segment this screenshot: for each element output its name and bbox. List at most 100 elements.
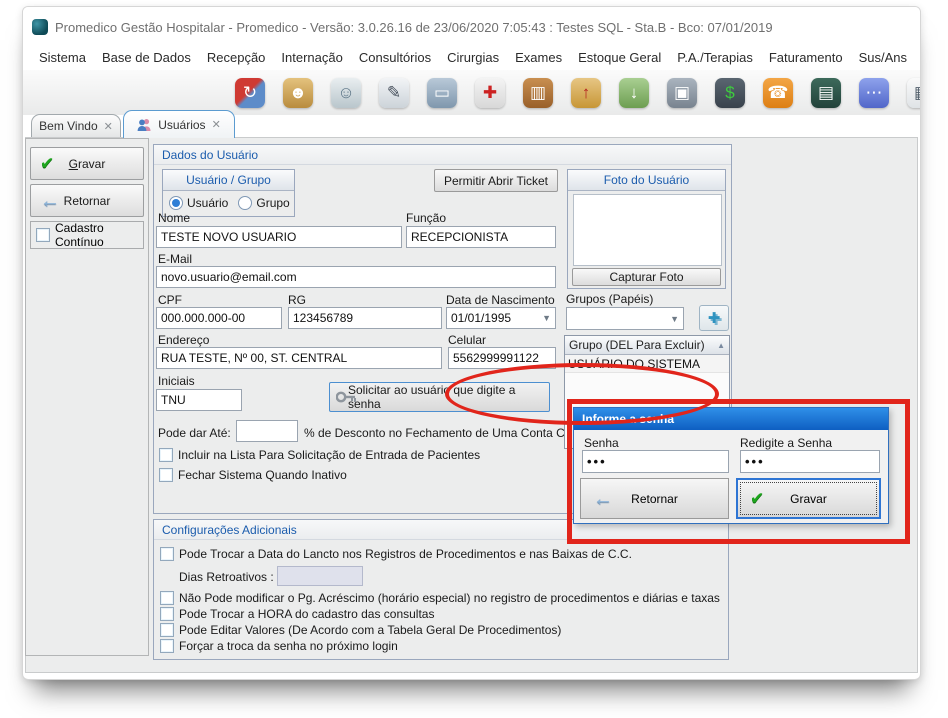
radio-selected-icon[interactable] [169, 196, 183, 210]
photo-placeholder [573, 194, 722, 266]
nascimento-label: Data de Nascimento [446, 293, 555, 307]
report-icon[interactable]: ▦ [907, 78, 921, 108]
grupos-list-header[interactable]: Grupo (DEL Para Excluir) ▲ [565, 336, 729, 355]
menu-sus-ans[interactable]: Sus/Ans [851, 47, 915, 68]
solicitar-senha-button[interactable]: Solicitar ao usuário que digite a senha [329, 382, 550, 412]
doctor-icon[interactable]: ☺ [331, 78, 361, 108]
capturar-foto-button[interactable]: Capturar Foto [572, 268, 721, 286]
checkbox-icon[interactable] [159, 468, 173, 482]
toolbar: ↻ ☻ ☺ ✎ ▭ ✚ ▥ ↑ ↓ ▣ $ ☎ ▤ ⋯ ▦ [23, 70, 920, 115]
grupos-combo[interactable]: ▼ [566, 307, 684, 330]
chat-icon[interactable]: ⋯ [859, 78, 889, 108]
fechar-sistema-checkbox[interactable]: Fechar Sistema Quando Inativo [159, 468, 347, 482]
radio-grupo[interactable]: Grupo [238, 196, 289, 210]
checkbox-icon[interactable] [160, 623, 174, 637]
email-label: E-Mail [158, 252, 192, 266]
dialog-retornar-button[interactable]: ← Retornar [580, 478, 729, 519]
checkbox-icon[interactable] [160, 591, 174, 605]
email-input[interactable] [156, 266, 556, 288]
safe-icon[interactable]: ▣ [667, 78, 697, 108]
pg-acrescimo-checkbox[interactable]: Não Pode modificar o Pg. Acréscimo (horá… [160, 591, 720, 605]
checkbox-icon[interactable] [160, 607, 174, 621]
data-lancto-checkbox[interactable]: Pode Trocar a Data do Lancto nos Registr… [160, 547, 632, 561]
back-arrow-icon: ← [40, 191, 60, 211]
hora-cadastro-label: Pode Trocar a HORA do cadastro das consu… [179, 607, 434, 621]
celular-input[interactable] [448, 347, 556, 369]
ambulance-icon[interactable]: ✚ [475, 78, 505, 108]
nascimento-combo[interactable]: 01/01/1995 ▼ [446, 307, 556, 329]
editar-valores-checkbox[interactable]: Pode Editar Valores (De Acordo com a Tab… [160, 623, 561, 637]
gravar-label: Gravar [69, 157, 106, 171]
chevron-down-icon[interactable]: ▼ [670, 314, 683, 324]
cash-in-icon[interactable]: ↑ [571, 78, 601, 108]
menu-sistema[interactable]: Sistema [31, 47, 94, 68]
menu-recepcao[interactable]: Recepção [199, 47, 274, 68]
menu-cirurgias[interactable]: Cirurgias [439, 47, 507, 68]
permitir-abrir-ticket-button[interactable]: Permitir Abrir Ticket [434, 169, 558, 192]
retornar-label: Retornar [64, 194, 111, 208]
window-title: Promedico Gestão Hospitalar - Promedico … [55, 20, 773, 35]
sort-asc-icon[interactable]: ▲ [717, 341, 725, 350]
radio-usuario[interactable]: Usuário [169, 196, 228, 210]
cpf-label: CPF [158, 293, 182, 307]
checkbox-icon[interactable] [36, 228, 50, 242]
dias-retroativos-input [277, 566, 363, 586]
hospital-bed-icon[interactable]: ▭ [427, 78, 457, 108]
phonebook-icon[interactable]: ☎ [763, 78, 793, 108]
tab-usuarios-label: Usuários [158, 118, 205, 132]
solicitar-senha-label: Solicitar ao usuário que digite a senha [348, 383, 549, 411]
radio-usuario-label: Usuário [187, 196, 228, 210]
iniciais-input[interactable] [156, 389, 242, 411]
menu-pa-terapias[interactable]: P.A./Terapias [669, 47, 761, 68]
cadastro-continuo-label: Cadastro Contínuo [55, 221, 143, 249]
gravar-button[interactable]: ✔ Gravar [30, 147, 144, 180]
menu-consultorios[interactable]: Consultórios [351, 47, 439, 68]
redigite-senha-input[interactable] [740, 450, 880, 473]
menu-caixa[interactable]: Caixa [915, 47, 921, 68]
forcar-senha-checkbox[interactable]: Forçar a troca da senha no próximo login [160, 639, 398, 653]
desconto-input[interactable] [236, 420, 298, 442]
ledger-icon[interactable]: ▤ [811, 78, 841, 108]
radio-unselected-icon[interactable] [238, 196, 252, 210]
billing-icon[interactable]: $ [715, 78, 745, 108]
senha-input[interactable] [582, 450, 729, 473]
data-lancto-label: Pode Trocar a Data do Lancto nos Registr… [179, 547, 632, 561]
menu-estoque-geral[interactable]: Estoque Geral [570, 47, 669, 68]
dialog-title-bar[interactable]: Informe a senha [574, 408, 888, 430]
rg-label: RG [288, 293, 306, 307]
tab-bem-vindo[interactable]: Bem Vindo ✕ [31, 114, 121, 137]
dialog-gravar-label: Gravar [790, 492, 827, 506]
patients-icon[interactable]: ☻ [283, 78, 313, 108]
list-item[interactable]: USUÁRIO DO SISTEMA [565, 355, 729, 373]
checkbox-icon[interactable] [160, 639, 174, 653]
retornar-button[interactable]: ← Retornar [30, 184, 144, 217]
menu-exames[interactable]: Exames [507, 47, 570, 68]
funcao-input[interactable] [406, 226, 556, 248]
cpf-input[interactable] [156, 307, 282, 329]
endereco-input[interactable] [156, 347, 442, 369]
tipo-usuario-group: Usuário / Grupo Usuário Grupo [162, 169, 295, 217]
checkbox-icon[interactable] [159, 448, 173, 462]
menu-internacao[interactable]: Internação [273, 47, 350, 68]
rg-input[interactable] [288, 307, 442, 329]
checkbox-icon[interactable] [160, 547, 174, 561]
key-icon [336, 390, 356, 404]
stock-icon[interactable]: ▥ [523, 78, 553, 108]
menu-base-de-dados[interactable]: Base de Dados [94, 47, 199, 68]
hora-cadastro-checkbox[interactable]: Pode Trocar a HORA do cadastro das consu… [160, 607, 434, 621]
incluir-lista-checkbox[interactable]: Incluir na Lista Para Solicitação de Ent… [159, 448, 480, 462]
tab-close-icon[interactable]: ✕ [212, 118, 221, 131]
add-group-button[interactable]: ✚ [699, 305, 729, 331]
back-arrow-icon: ← [593, 489, 613, 509]
tab-close-icon[interactable]: ✕ [104, 120, 113, 133]
foto-usuario-group: Foto do Usuário Capturar Foto [567, 169, 726, 289]
cash-out-icon[interactable]: ↓ [619, 78, 649, 108]
dialog-gravar-button[interactable]: ✔ Gravar [736, 478, 881, 519]
sync-users-icon[interactable]: ↻ [235, 78, 265, 108]
nome-input[interactable] [156, 226, 402, 248]
cadastro-continuo-checkbox[interactable]: Cadastro Contínuo [30, 221, 144, 249]
tab-usuarios[interactable]: Usuários ✕ [123, 110, 235, 138]
chevron-down-icon[interactable]: ▼ [542, 313, 555, 323]
prescription-icon[interactable]: ✎ [379, 78, 409, 108]
menu-faturamento[interactable]: Faturamento [761, 47, 851, 68]
